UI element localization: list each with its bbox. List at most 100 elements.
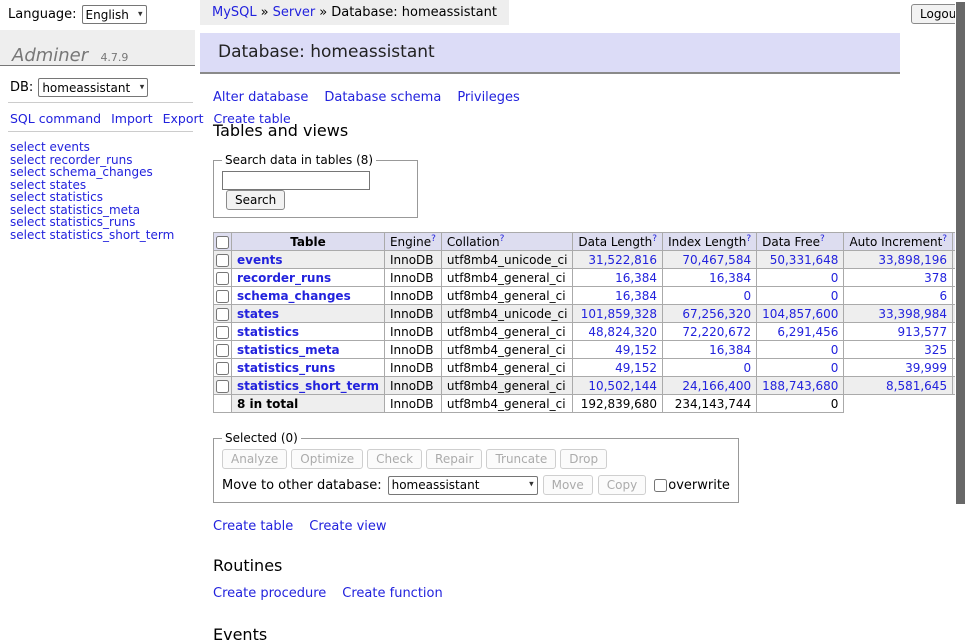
routine-link-0[interactable]: Create procedure [213,586,326,601]
analyze-button[interactable]: Analyze [222,449,287,469]
row-checkbox[interactable] [216,254,229,267]
index-length-link[interactable]: 0 [743,289,751,303]
table-name-link[interactable]: events [237,253,283,267]
help-icon[interactable]: ? [431,234,436,244]
table-name-link[interactable]: statistics_runs [237,361,335,375]
row-checkbox[interactable] [216,290,229,303]
auto-increment-link[interactable]: 39,999 [905,361,947,375]
help-icon[interactable]: ? [942,234,947,244]
auto-increment-link[interactable]: 8,581,645 [886,379,947,393]
breadcrumb-separator: » [319,5,327,20]
data-free-link[interactable]: 0 [831,289,839,303]
sidebar-select-link-4[interactable]: select statistics [10,191,195,204]
move-db-select[interactable]: homeassistant [388,476,538,495]
index-length-link[interactable]: 16,384 [709,271,751,285]
index-length-link[interactable]: 70,467,584 [682,253,751,267]
sidebar-select-link-0[interactable]: select events [10,141,195,154]
db-action-link-2[interactable]: Privileges [457,90,520,105]
db-action-link-0[interactable]: Alter database [213,90,308,105]
index-length-link[interactable]: 24,166,400 [682,379,751,393]
data-length-link[interactable]: 10,502,144 [588,379,657,393]
auto-increment-link[interactable]: 913,577 [897,325,947,339]
copy-button[interactable]: Copy [598,475,646,495]
search-fieldset: Search data in tables (8) Search [213,153,418,218]
db-select[interactable]: homeassistant [38,78,148,97]
data-length-link[interactable]: 101,859,328 [581,307,657,321]
search-input[interactable] [222,171,370,190]
auto-increment-link[interactable]: 378 [924,271,947,285]
selected-buttons-row: AnalyzeOptimizeCheckRepairTruncateDrop [222,449,730,469]
row-checkbox-cell [214,305,232,323]
help-icon[interactable]: ? [820,234,825,244]
data-length-link[interactable]: 49,152 [615,361,657,375]
row-checkbox-cell [214,287,232,305]
routine-link-1[interactable]: Create function [342,586,442,601]
data-free-link[interactable]: 0 [831,343,839,357]
help-icon[interactable]: ? [652,234,657,244]
index-length-link[interactable]: 67,256,320 [682,307,751,321]
sidebar-select-link-6[interactable]: select statistics_runs [10,216,195,229]
table-row: eventsInnoDButf8mb4_unicode_ci31,522,816… [214,251,966,269]
index-length-link[interactable]: 16,384 [709,343,751,357]
table-name-link[interactable]: statistics_short_term [237,379,379,393]
data-length-link[interactable]: 48,824,320 [588,325,657,339]
breadcrumb-link[interactable]: Server [273,5,316,20]
select-all-checkbox[interactable] [216,236,229,249]
row-checkbox[interactable] [216,272,229,285]
help-icon[interactable]: ? [746,234,751,244]
overwrite-checkbox[interactable] [654,479,667,492]
data-free-link[interactable]: 6,291,456 [777,325,838,339]
breadcrumb-link[interactable]: MySQL [212,5,257,20]
data-length-link[interactable]: 16,384 [615,271,657,285]
row-checkbox[interactable] [216,344,229,357]
optimize-button[interactable]: Optimize [291,449,363,469]
engine-cell: InnoDB [384,359,441,377]
scrollbar[interactable] [955,0,966,543]
data-length-cell: 48,824,320 [573,323,663,341]
move-button[interactable]: Move [543,475,593,495]
table-name-link[interactable]: schema_changes [237,289,351,303]
sidebar-action-2[interactable]: Export [163,111,204,126]
sidebar-select-link-7[interactable]: select statistics_short_term [10,229,195,242]
create-link-1[interactable]: Create view [309,519,386,534]
row-checkbox[interactable] [216,362,229,375]
index-length-link[interactable]: 0 [743,361,751,375]
index-length-cell: 24,166,400 [663,377,757,395]
auto-increment-link[interactable]: 325 [924,343,947,357]
auto-increment-link[interactable]: 6 [939,289,947,303]
sidebar-action-0[interactable]: SQL command [10,111,101,126]
table-name-link[interactable]: states [237,307,279,321]
table-name-link[interactable]: recorder_runs [237,271,331,285]
db-action-link-1[interactable]: Database schema [324,90,441,105]
help-icon[interactable]: ? [500,234,505,244]
check-button[interactable]: Check [367,449,422,469]
search-button[interactable]: Search [226,190,285,210]
data-free-link[interactable]: 188,743,680 [762,379,838,393]
index-length-cell: 72,220,672 [663,323,757,341]
table-name-cell: states [232,305,385,323]
repair-button[interactable]: Repair [426,449,482,469]
auto-increment-link[interactable]: 33,898,196 [878,253,947,267]
table-name-link[interactable]: statistics_meta [237,343,340,357]
row-checkbox[interactable] [216,380,229,393]
data-free-link[interactable]: 0 [831,361,839,375]
data-free-link[interactable]: 104,857,600 [762,307,838,321]
data-length-link[interactable]: 16,384 [615,289,657,303]
sidebar-action-1[interactable]: Import [111,111,153,126]
scrollbar-thumb[interactable] [956,2,965,504]
sidebar-select-link-2[interactable]: select schema_changes [10,166,195,179]
index-length-link[interactable]: 72,220,672 [682,325,751,339]
row-checkbox[interactable] [216,308,229,321]
tables-heading: Tables and views [213,121,900,140]
data-length-link[interactable]: 49,152 [615,343,657,357]
create-link-0[interactable]: Create table [213,519,293,534]
move-row: Move to other database: homeassistant ▾ … [222,475,730,495]
data-length-link[interactable]: 31,522,816 [588,253,657,267]
row-checkbox[interactable] [216,326,229,339]
data-free-link[interactable]: 0 [831,271,839,285]
drop-button[interactable]: Drop [560,449,607,469]
truncate-button[interactable]: Truncate [486,449,556,469]
data-free-link[interactable]: 50,331,648 [770,253,839,267]
table-name-link[interactable]: statistics [237,325,299,339]
auto-increment-link[interactable]: 33,398,984 [878,307,947,321]
